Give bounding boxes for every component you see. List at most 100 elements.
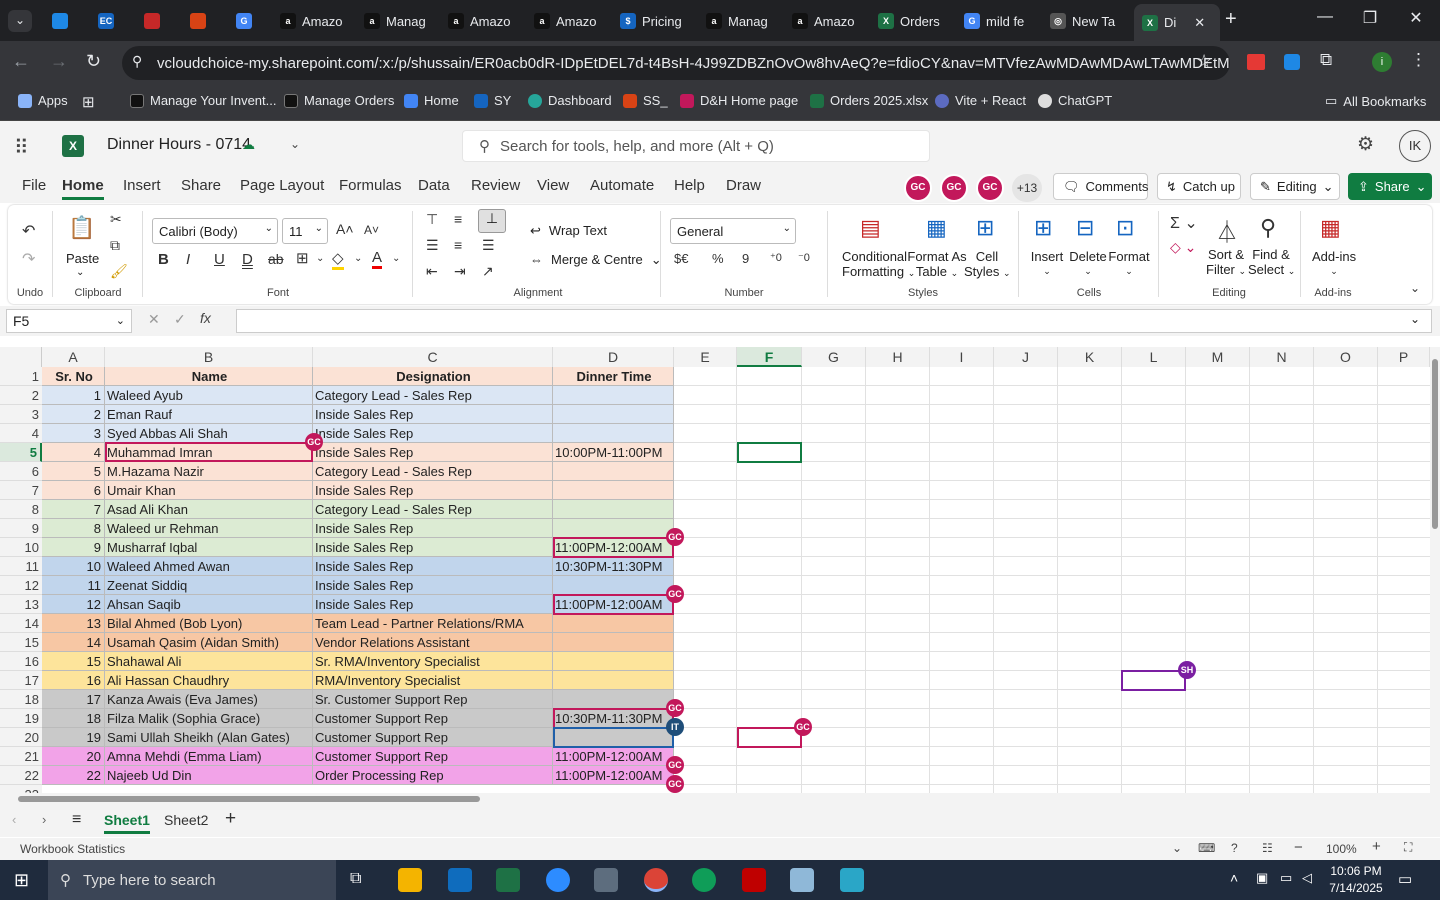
taskbar-search-box[interactable]: ⚲ Type here to search: [48, 860, 336, 900]
chrome-profile-icon[interactable]: [692, 868, 716, 892]
row-header[interactable]: 20: [0, 728, 42, 747]
bold-icon[interactable]: B: [158, 251, 169, 268]
cell[interactable]: Waleed Ahmed Awan: [105, 557, 313, 576]
cell[interactable]: Kanza Awais (Eva James): [105, 690, 313, 709]
cell[interactable]: [553, 405, 674, 424]
excel-taskbar-icon[interactable]: [496, 868, 520, 892]
cell[interactable]: Inside Sales Rep: [313, 481, 553, 500]
more-collaborators[interactable]: +13: [1012, 174, 1042, 202]
font-size-select[interactable]: 11 ⌄: [282, 218, 328, 244]
app-icon[interactable]: [790, 868, 814, 892]
confirm-entry-icon[interactable]: ✓: [174, 311, 186, 328]
browser-tab[interactable]: [44, 6, 84, 36]
bookmark-manage-inventory[interactable]: Manage Your Invent...: [130, 93, 276, 108]
italic-icon[interactable]: I: [186, 251, 190, 268]
collapse-ribbon-icon[interactable]: ⌄: [1410, 281, 1420, 295]
bookmark-dh-home[interactable]: D&H Home page: [680, 93, 798, 108]
cell[interactable]: [553, 386, 674, 405]
select-all-corner[interactable]: [0, 347, 42, 367]
clear-icon[interactable]: ◇ ⌄: [1170, 239, 1196, 256]
all-bookmarks[interactable]: ▭ All Bookmarks: [1325, 93, 1426, 109]
cell[interactable]: Ali Hassan Chaudhry: [105, 671, 313, 690]
browser-tab[interactable]: EC: [90, 6, 130, 36]
row-header[interactable]: 19: [0, 709, 42, 728]
cell[interactable]: Najeeb Ud Din: [105, 766, 313, 785]
site-info-icon[interactable]: ⚲: [132, 53, 142, 70]
font-name-select[interactable]: Calibri (Body) ⌄: [152, 218, 278, 244]
browser-tab[interactable]: ◎ New Ta: [1042, 6, 1132, 36]
bookmark-dashboard[interactable]: Dashboard: [528, 93, 612, 108]
menu-tab-formulas[interactable]: Formulas: [339, 177, 402, 194]
cell[interactable]: Inside Sales Rep: [313, 405, 553, 424]
cell[interactable]: Sr. RMA/Inventory Specialist: [313, 652, 553, 671]
column-header[interactable]: K: [1058, 347, 1122, 367]
network-icon[interactable]: ▭: [1280, 870, 1292, 886]
cell[interactable]: 4: [42, 443, 105, 462]
menu-tab-home[interactable]: Home: [62, 177, 104, 200]
close-window-button[interactable]: ✕: [1396, 8, 1436, 28]
bookmark-sy[interactable]: SY: [474, 93, 511, 108]
collaborator-avatar[interactable]: GC: [904, 174, 932, 202]
keyboard-icon[interactable]: ⌨: [1198, 841, 1215, 855]
prev-sheet-icon[interactable]: ‹: [12, 812, 16, 827]
cell[interactable]: 11:00PM-12:00AM: [553, 747, 674, 766]
chevron-down-icon[interactable]: ⌄: [392, 253, 400, 264]
row-header[interactable]: 6: [0, 462, 42, 481]
taskbar-time[interactable]: 10:06 PM: [1328, 864, 1384, 878]
conditional-formatting-icon[interactable]: ▤: [860, 215, 881, 241]
cell[interactable]: 12: [42, 595, 105, 614]
menu-tab-page-layout[interactable]: Page Layout: [240, 177, 324, 194]
new-tab-button[interactable]: +: [1225, 8, 1237, 31]
wrap-text-button[interactable]: ↩ Wrap Text: [530, 223, 607, 239]
document-title[interactable]: Dinner Hours - 0714: [107, 136, 251, 154]
cell[interactable]: [553, 519, 674, 538]
file-explorer-icon[interactable]: [398, 868, 422, 892]
cell[interactable]: 17: [42, 690, 105, 709]
chrome-icon[interactable]: [644, 868, 668, 892]
cell[interactable]: Customer Support Rep: [313, 709, 553, 728]
outlook-icon[interactable]: [448, 868, 472, 892]
row-header[interactable]: 8: [0, 500, 42, 519]
align-center-icon[interactable]: ≡: [454, 237, 462, 253]
cell[interactable]: Umair Khan: [105, 481, 313, 500]
collaborator-avatar[interactable]: GC: [940, 174, 968, 202]
double-underline-icon[interactable]: D: [242, 251, 253, 268]
cell[interactable]: Bilal Ahmed (Bob Lyon): [105, 614, 313, 633]
catch-up-button[interactable]: ↯ Catch up: [1157, 173, 1241, 200]
format-button[interactable]: Format ⌄: [1108, 249, 1150, 279]
align-left-icon[interactable]: ☰: [426, 237, 439, 254]
cell[interactable]: 2: [42, 405, 105, 424]
bookmark-chatgpt[interactable]: ChatGPT: [1038, 93, 1112, 108]
column-header[interactable]: I: [930, 347, 994, 367]
chevron-down-icon[interactable]: ⌄: [316, 253, 324, 264]
row-header[interactable]: 16: [0, 652, 42, 671]
browser-tab[interactable]: a Amazo: [784, 6, 868, 36]
cell[interactable]: 14: [42, 633, 105, 652]
currency-format-icon[interactable]: $€: [674, 251, 688, 266]
find-select-button[interactable]: Find & Select ⌄: [1248, 247, 1295, 279]
redo-icon[interactable]: ↷: [22, 249, 35, 269]
cell[interactable]: [553, 576, 674, 595]
editing-mode-button[interactable]: ✎ Editing ⌄: [1250, 173, 1340, 200]
column-header[interactable]: B: [105, 347, 313, 367]
profile-avatar[interactable]: i: [1372, 52, 1392, 72]
comments-button[interactable]: 🗨 Comments: [1053, 173, 1148, 200]
menu-tab-review[interactable]: Review: [471, 177, 520, 194]
align-top-icon[interactable]: ⊤: [426, 211, 438, 228]
vertical-scroll-thumb[interactable]: [1432, 359, 1438, 529]
url-field[interactable]: ⚲ vcloudchoice-my.sharepoint.com/:x:/p/s…: [122, 46, 1230, 80]
conditional-formatting-button[interactable]: Conditional Formatting ⌄: [842, 249, 915, 281]
extension-acrobat-icon[interactable]: [1247, 54, 1265, 70]
cell[interactable]: 10:00PM-11:00PM: [553, 443, 674, 462]
sheet-tab-sheet1[interactable]: Sheet1: [104, 812, 150, 834]
paste-chevron-icon[interactable]: ⌄: [76, 267, 84, 278]
tab-groups-icon[interactable]: ⊞: [82, 93, 95, 111]
horizontal-scroll-thumb[interactable]: [18, 796, 480, 802]
cell[interactable]: Inside Sales Rep: [313, 557, 553, 576]
filezilla-icon[interactable]: [742, 868, 766, 892]
shrink-font-icon[interactable]: A˅: [364, 223, 379, 237]
browser-tab[interactable]: [182, 6, 222, 36]
menu-tab-data[interactable]: Data: [418, 177, 450, 194]
fill-color-icon[interactable]: ◇: [332, 249, 344, 270]
cell[interactable]: Category Lead - Sales Rep: [313, 462, 553, 481]
